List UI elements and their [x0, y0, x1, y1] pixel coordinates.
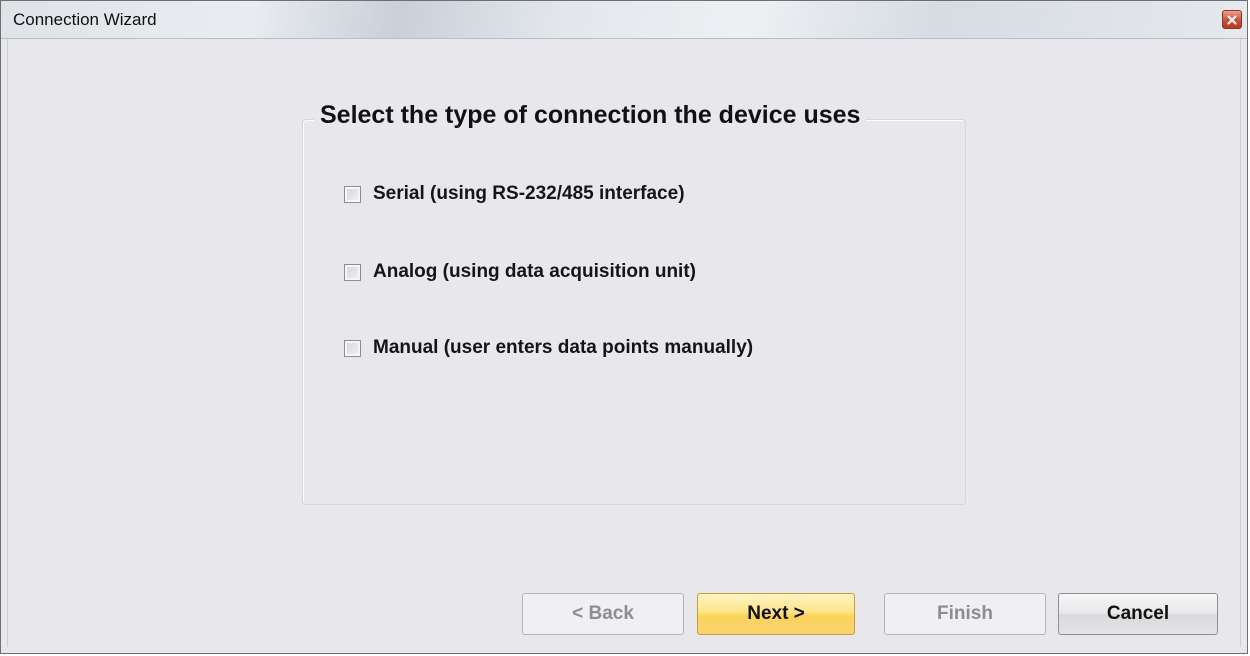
option-analog[interactable]: Analog (using data acquisition unit): [344, 261, 696, 283]
option-serial[interactable]: Serial (using RS-232/485 interface): [344, 183, 685, 205]
close-button[interactable]: [1222, 10, 1242, 29]
connection-wizard-window: Connection Wizard Select the type of con…: [0, 0, 1248, 654]
manual-label: Manual (user enters data points manually…: [373, 337, 754, 358]
back-button[interactable]: < Back: [522, 593, 684, 635]
next-button[interactable]: Next >: [697, 593, 855, 635]
serial-checkbox[interactable]: [344, 185, 361, 203]
window-title: Connection Wizard: [13, 10, 157, 29]
title-bar[interactable]: Connection Wizard: [1, 1, 1247, 39]
cancel-button[interactable]: Cancel: [1058, 593, 1218, 635]
close-icon: [1227, 15, 1237, 24]
option-manual[interactable]: Manual (user enters data points manually…: [344, 337, 753, 359]
connection-type-heading: Select the type of connection the device…: [314, 101, 867, 130]
analog-checkbox[interactable]: [344, 263, 361, 281]
connection-type-groupbox: [302, 119, 966, 505]
wizard-body: Select the type of connection the device…: [7, 39, 1241, 647]
analog-label: Analog (using data acquisition unit): [373, 261, 696, 282]
manual-checkbox[interactable]: [344, 339, 361, 357]
finish-button[interactable]: Finish: [884, 593, 1046, 635]
serial-label: Serial (using RS-232/485 interface): [373, 183, 685, 204]
